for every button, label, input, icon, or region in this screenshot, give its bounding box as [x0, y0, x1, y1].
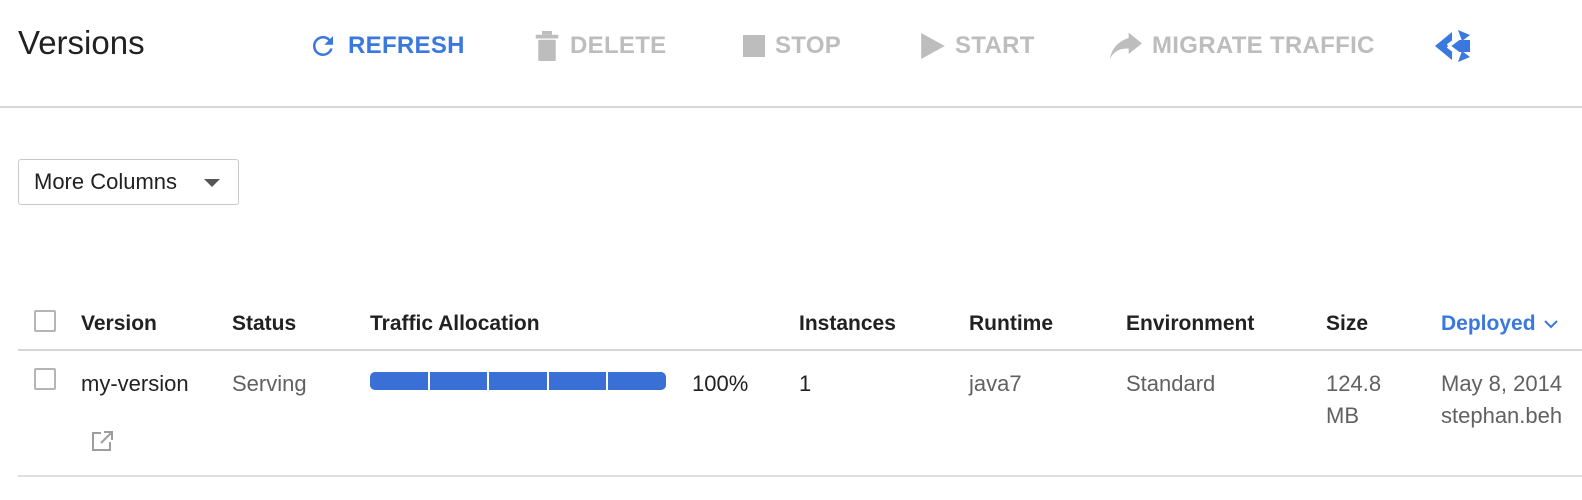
external-link-icon[interactable] [91, 430, 115, 457]
forward-arrow-icon [1110, 32, 1142, 60]
row-checkbox[interactable] [34, 368, 56, 390]
traffic-percent: 100% [692, 371, 749, 396]
start-button[interactable]: START [921, 28, 1035, 64]
select-all-checkbox[interactable] [34, 310, 56, 332]
bar-segment-divider [547, 372, 549, 390]
column-header-status[interactable]: Status [232, 312, 296, 336]
stop-icon [743, 35, 765, 57]
column-header-deployed-label: Deployed [1441, 312, 1536, 335]
migrate-traffic-button[interactable]: MIGRATE TRAFFIC [1110, 28, 1375, 64]
bar-segment-divider [606, 372, 608, 390]
column-header-instances[interactable]: Instances [799, 312, 896, 336]
migrate-traffic-label: MIGRATE TRAFFIC [1152, 32, 1375, 59]
more-columns-label: More Columns [34, 169, 178, 194]
refresh-icon [308, 31, 338, 61]
column-header-environment[interactable]: Environment [1126, 312, 1254, 336]
trash-icon [534, 31, 560, 61]
traffic-allocation-fill [370, 372, 666, 390]
refresh-button[interactable]: REFRESH [308, 28, 465, 64]
play-icon [921, 33, 945, 59]
size-value: 124.8 MB [1326, 371, 1382, 428]
page-title: Versions [18, 24, 145, 61]
chevron-down-icon [1543, 319, 1558, 329]
version-link[interactable]: my-version [81, 368, 191, 400]
column-header-runtime[interactable]: Runtime [969, 312, 1053, 336]
stop-button[interactable]: STOP [743, 28, 841, 64]
runtime-value: java7 [969, 371, 1022, 396]
deployed-date: May 8, 2014 [1441, 371, 1563, 396]
caret-down-icon [204, 179, 220, 187]
delete-button[interactable]: DELETE [534, 28, 666, 64]
row-divider [18, 475, 1582, 477]
status-text: Serving [232, 371, 307, 396]
delete-label: DELETE [570, 32, 667, 59]
refresh-label: REFRESH [348, 32, 465, 59]
traffic-allocation-bar [370, 372, 666, 390]
bar-segment-divider [487, 372, 489, 390]
more-columns-dropdown[interactable]: More Columns [18, 159, 239, 205]
column-header-traffic-allocation[interactable]: Traffic Allocation [370, 312, 540, 336]
column-header-deployed[interactable]: Deployed [1441, 312, 1558, 336]
column-header-size[interactable]: Size [1326, 312, 1368, 336]
top-toolbar: Versions REFRESH DELETE STOP START MIGRA… [0, 0, 1582, 108]
column-header-version[interactable]: Version [81, 312, 157, 336]
environment-value: Standard [1126, 371, 1216, 396]
share-icon[interactable] [1432, 26, 1474, 71]
stop-label: STOP [775, 32, 842, 59]
deployed-by: stephan.beh [1441, 403, 1563, 428]
start-label: START [955, 32, 1035, 59]
deployed-cell: May 8, 2014 stephan.beh [1441, 368, 1562, 432]
bar-segment-divider [428, 372, 430, 390]
header-divider [18, 349, 1582, 351]
instances-count[interactable]: 1 [799, 368, 811, 400]
